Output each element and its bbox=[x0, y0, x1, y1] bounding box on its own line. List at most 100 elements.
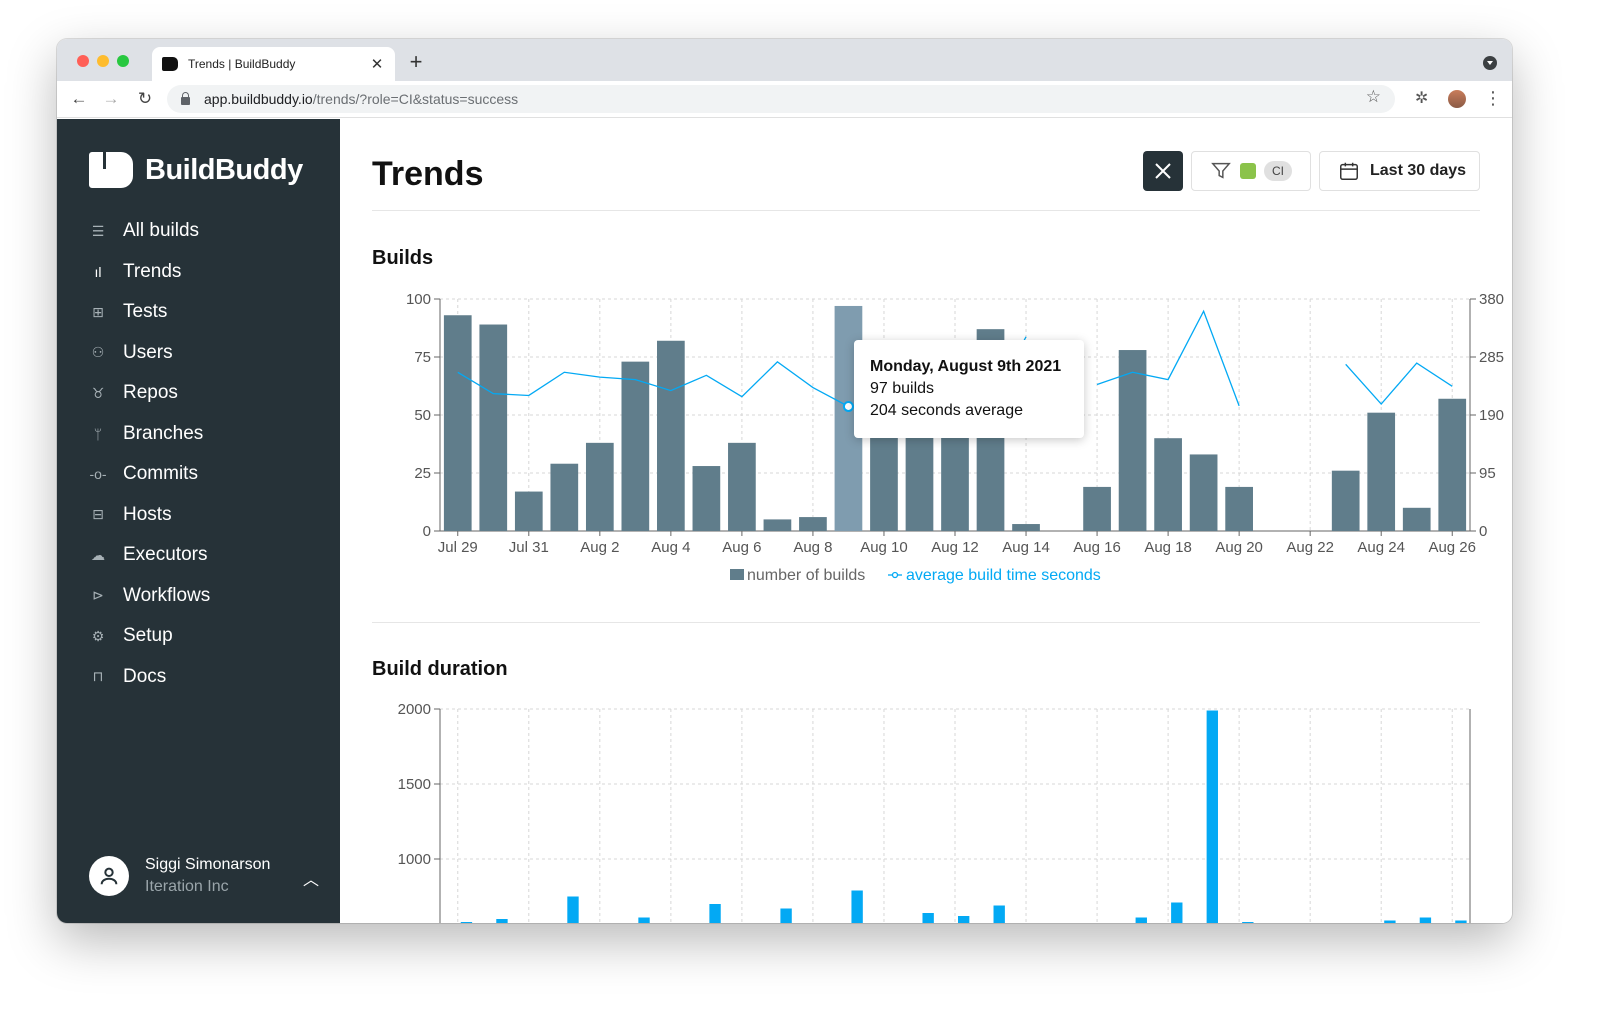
tooltip-builds: 97 builds bbox=[870, 380, 935, 397]
bar bbox=[443, 315, 472, 531]
browser-menu-icon[interactable]: ⋮ bbox=[1484, 88, 1502, 109]
sidebar-item-trends[interactable]: ıl Trends bbox=[89, 252, 210, 293]
tab-title: Trends | BuildBuddy bbox=[188, 57, 296, 71]
x-tick-label: Aug 8 bbox=[793, 539, 832, 556]
maximize-window-button[interactable] bbox=[117, 55, 129, 67]
y-tick-label-right: 380 bbox=[1479, 291, 1504, 308]
address-bar[interactable]: app.buildbuddy.io/trends/?role=CI&status… bbox=[167, 85, 1395, 113]
sidebar-item-repos[interactable]: ♉ Repos bbox=[89, 373, 210, 414]
y-tick-label-left: 50 bbox=[414, 407, 431, 424]
status-success-indicator bbox=[1240, 163, 1256, 179]
duration-bar bbox=[922, 913, 934, 923]
tooltip-average: 204 seconds average bbox=[870, 402, 1023, 419]
url-text: app.buildbuddy.io/trends/?role=CI&status… bbox=[204, 91, 519, 107]
sidebar-item-label: Docs bbox=[123, 665, 167, 687]
duration-bar bbox=[567, 896, 579, 923]
browser-window: Trends | BuildBuddy ✕ + ← → ↻ app.buildb… bbox=[57, 39, 1512, 923]
buildbuddy-favicon-icon bbox=[162, 57, 178, 71]
reload-icon[interactable]: ↻ bbox=[133, 87, 157, 111]
chevron-up-icon[interactable]: ︿ bbox=[303, 866, 319, 890]
x-tick-label: Aug 22 bbox=[1286, 539, 1334, 556]
sidebar-item-executors[interactable]: ☁ Executors bbox=[89, 535, 210, 576]
duration-bar bbox=[958, 916, 970, 923]
bar bbox=[621, 361, 650, 531]
legend-label-builds: number of builds bbox=[747, 567, 865, 584]
duration-bar bbox=[460, 922, 473, 923]
builds-section-title: Builds bbox=[372, 247, 434, 269]
section-divider bbox=[372, 622, 1480, 623]
buildbuddy-logo-icon bbox=[89, 152, 133, 188]
x-tick-label: Aug 4 bbox=[651, 539, 690, 556]
sidebar-nav: ☰ All builds ıl Trends ⊞ Tests ⚇ Users ♉ Repo… bbox=[89, 211, 210, 697]
main-content: Trends CI Last 30 days Builds 0 25 50 75 100… bbox=[340, 119, 1512, 923]
x-tick-label: Aug 2 bbox=[580, 539, 619, 556]
bar bbox=[1189, 454, 1218, 531]
sidebar-item-label: Tests bbox=[123, 301, 168, 323]
sidebar-item-hosts[interactable]: ⊟ Hosts bbox=[89, 495, 210, 536]
tab-search-icon[interactable] bbox=[1483, 56, 1497, 70]
users-icon: ⚇ bbox=[91, 344, 105, 361]
extensions-icon[interactable]: ✲ bbox=[1415, 88, 1428, 108]
github-icon: ♉ bbox=[91, 384, 105, 401]
sidebar-item-commits[interactable]: -o- Commits bbox=[89, 454, 210, 495]
sidebar: BuildBuddy ☰ All builds ıl Trends ⊞ Tests ⚇… bbox=[57, 119, 340, 923]
filter-button[interactable]: CI bbox=[1191, 151, 1311, 191]
bar bbox=[1331, 470, 1360, 531]
new-tab-button[interactable]: + bbox=[405, 49, 427, 75]
close-window-button[interactable] bbox=[77, 55, 89, 67]
date-range-button[interactable]: Last 30 days bbox=[1319, 151, 1480, 191]
filter-controls: CI Last 30 days bbox=[1143, 151, 1480, 191]
bar bbox=[1402, 507, 1431, 531]
sidebar-item-workflows[interactable]: ⊳ Workflows bbox=[89, 576, 210, 617]
sidebar-item-docs[interactable]: ⊓ Docs bbox=[89, 657, 210, 698]
bar bbox=[1154, 438, 1182, 531]
list-icon: ☰ bbox=[91, 222, 105, 239]
x-tick-label: Jul 31 bbox=[509, 539, 549, 556]
tab-close-icon[interactable]: ✕ bbox=[369, 55, 385, 73]
user-menu[interactable]: Siggi Simonarson Iteration Inc ︿ bbox=[89, 856, 319, 896]
duration-bar bbox=[1455, 920, 1467, 923]
clear-filters-button[interactable] bbox=[1143, 151, 1183, 191]
sidebar-item-tests[interactable]: ⊞ Tests bbox=[89, 292, 210, 333]
y-tick-label-right: 190 bbox=[1479, 407, 1504, 424]
sidebar-item-users[interactable]: ⚇ Users bbox=[89, 333, 210, 374]
tab-strip: Trends | BuildBuddy ✕ + bbox=[57, 39, 1512, 81]
logo[interactable]: BuildBuddy bbox=[89, 152, 303, 188]
y-tick-label-left: 100 bbox=[406, 291, 431, 308]
duration-bar bbox=[638, 917, 650, 923]
legend-swatch-builds bbox=[730, 569, 744, 580]
back-icon[interactable]: ← bbox=[67, 87, 91, 111]
legend-swatch-point bbox=[891, 571, 899, 579]
y-tick-label-right: 95 bbox=[1479, 465, 1496, 482]
sidebar-item-all-builds[interactable]: ☰ All builds bbox=[89, 211, 210, 252]
highlight-point bbox=[842, 400, 854, 412]
sidebar-item-label: Repos bbox=[123, 382, 178, 404]
filter-icon bbox=[1211, 162, 1231, 179]
duration-bar bbox=[709, 904, 721, 923]
bar bbox=[657, 340, 685, 531]
sidebar-item-setup[interactable]: ⚙ Setup bbox=[89, 616, 210, 657]
date-range-label: Last 30 days bbox=[1370, 162, 1467, 179]
duration-bar bbox=[993, 905, 1005, 923]
forward-icon[interactable]: → bbox=[99, 87, 123, 111]
role-filter-chip: CI bbox=[1264, 161, 1292, 181]
bar bbox=[514, 491, 543, 531]
bar bbox=[728, 442, 756, 531]
duration-bar bbox=[1206, 710, 1218, 923]
profile-avatar[interactable] bbox=[1448, 90, 1466, 108]
play-circle-icon: ⊳ bbox=[92, 587, 104, 604]
browser-tab[interactable]: Trends | BuildBuddy ✕ bbox=[152, 47, 395, 81]
duration-bar bbox=[1135, 917, 1147, 923]
chart-tooltip: Monday, August 9th 2021 97 builds 204 se… bbox=[854, 340, 1084, 438]
sidebar-item-branches[interactable]: ᛘ Branches bbox=[89, 414, 210, 455]
bar bbox=[1438, 398, 1467, 531]
bookmark-star-icon[interactable]: ☆ bbox=[1366, 87, 1381, 107]
y-tick-label: 1500 bbox=[398, 776, 431, 793]
sidebar-item-label: Setup bbox=[123, 625, 173, 647]
x-tick-label: Aug 14 bbox=[1002, 539, 1050, 556]
sidebar-item-label: Branches bbox=[123, 422, 204, 444]
x-tick-label: Jul 29 bbox=[438, 539, 478, 556]
x-tick-label: Aug 18 bbox=[1144, 539, 1192, 556]
lock-icon bbox=[181, 92, 190, 105]
minimize-window-button[interactable] bbox=[97, 55, 109, 67]
